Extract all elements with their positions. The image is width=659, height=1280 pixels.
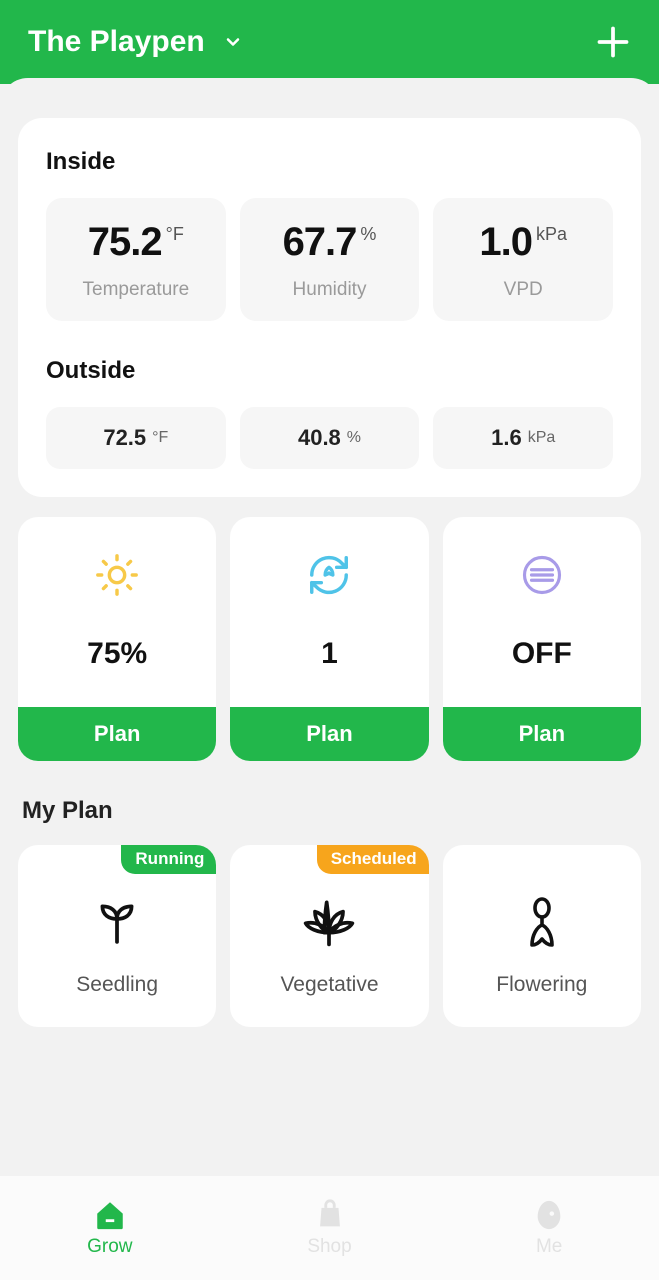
- sensor-card: Inside 75.2 °F Temperature 67.7 % Humidi…: [18, 118, 641, 497]
- devices-row: 75% Plan 1 Plan OFF Plan: [18, 517, 641, 761]
- plans-row: Running Seedling Scheduled Vegetative Fl…: [18, 845, 641, 1027]
- device-value: 75%: [87, 637, 147, 671]
- app-header: The Playpen: [0, 0, 659, 84]
- plan-seedling[interactable]: Running Seedling: [18, 845, 216, 1027]
- filter-icon: [521, 545, 563, 605]
- metric-vpd[interactable]: 1.0 kPa VPD: [433, 198, 613, 321]
- main-content: Inside 75.2 °F Temperature 67.7 % Humidi…: [0, 78, 659, 1198]
- metric-humidity[interactable]: 67.7 % Humidity: [240, 198, 420, 321]
- seedling-icon: [92, 889, 142, 953]
- tab-grow[interactable]: Grow: [0, 1176, 220, 1280]
- inside-metrics-row: 75.2 °F Temperature 67.7 % Humidity 1.0 …: [46, 198, 613, 321]
- outside-label: Outside: [46, 357, 613, 385]
- outside-unit: %: [347, 429, 361, 447]
- grow-icon: [93, 1198, 127, 1232]
- device-light[interactable]: 75% Plan: [18, 517, 216, 761]
- tab-label: Me: [536, 1236, 562, 1258]
- outside-metrics-row: 72.5 °F 40.8 % 1.6 kPa: [46, 407, 613, 469]
- plan-flowering[interactable]: Flowering: [443, 845, 641, 1027]
- device-filter[interactable]: OFF Plan: [443, 517, 641, 761]
- plan-button[interactable]: Plan: [443, 707, 641, 761]
- leaf-icon: [301, 889, 357, 953]
- plan-button[interactable]: Plan: [18, 707, 216, 761]
- metric-name: VPD: [504, 279, 543, 301]
- flowering-icon: [517, 889, 567, 953]
- outside-vpd[interactable]: 1.6 kPa: [433, 407, 613, 469]
- metric-value: 67.7: [283, 220, 357, 265]
- outside-value: 72.5: [103, 425, 146, 451]
- plan-name: Seedling: [76, 973, 158, 997]
- metric-unit: %: [360, 224, 376, 245]
- device-value: OFF: [512, 637, 572, 671]
- circulate-icon: [306, 545, 352, 605]
- device-value: 1: [321, 637, 338, 671]
- chevron-down-icon: [223, 32, 243, 52]
- location-title: The Playpen: [28, 25, 205, 59]
- tab-label: Shop: [307, 1236, 351, 1258]
- metric-value: 75.2: [88, 220, 162, 265]
- plan-name: Vegetative: [280, 973, 378, 997]
- plan-name: Flowering: [496, 973, 587, 997]
- tab-label: Grow: [87, 1236, 132, 1258]
- outside-value: 1.6: [491, 425, 522, 451]
- status-badge: Running: [121, 845, 216, 874]
- shop-icon: [313, 1198, 347, 1232]
- add-icon[interactable]: [595, 24, 631, 60]
- my-plan-label: My Plan: [22, 797, 637, 825]
- metric-temperature[interactable]: 75.2 °F Temperature: [46, 198, 226, 321]
- plan-vegetative[interactable]: Scheduled Vegetative: [230, 845, 428, 1027]
- metric-name: Humidity: [293, 279, 367, 301]
- outside-temperature[interactable]: 72.5 °F: [46, 407, 226, 469]
- metric-name: Temperature: [83, 279, 190, 301]
- location-selector[interactable]: The Playpen: [28, 25, 243, 59]
- tab-shop[interactable]: Shop: [220, 1176, 440, 1280]
- inside-label: Inside: [46, 148, 613, 176]
- device-circulation[interactable]: 1 Plan: [230, 517, 428, 761]
- tab-bar: Grow Shop Me: [0, 1176, 659, 1280]
- outside-value: 40.8: [298, 425, 341, 451]
- outside-unit: °F: [152, 429, 168, 447]
- me-icon: [532, 1198, 566, 1232]
- outside-humidity[interactable]: 40.8 %: [240, 407, 420, 469]
- metric-value: 1.0: [479, 220, 532, 265]
- tab-me[interactable]: Me: [439, 1176, 659, 1280]
- outside-unit: kPa: [528, 429, 556, 447]
- metric-unit: kPa: [536, 224, 567, 245]
- plan-button[interactable]: Plan: [230, 707, 428, 761]
- status-badge: Scheduled: [317, 845, 429, 874]
- metric-unit: °F: [166, 224, 184, 245]
- sun-icon: [94, 545, 140, 605]
